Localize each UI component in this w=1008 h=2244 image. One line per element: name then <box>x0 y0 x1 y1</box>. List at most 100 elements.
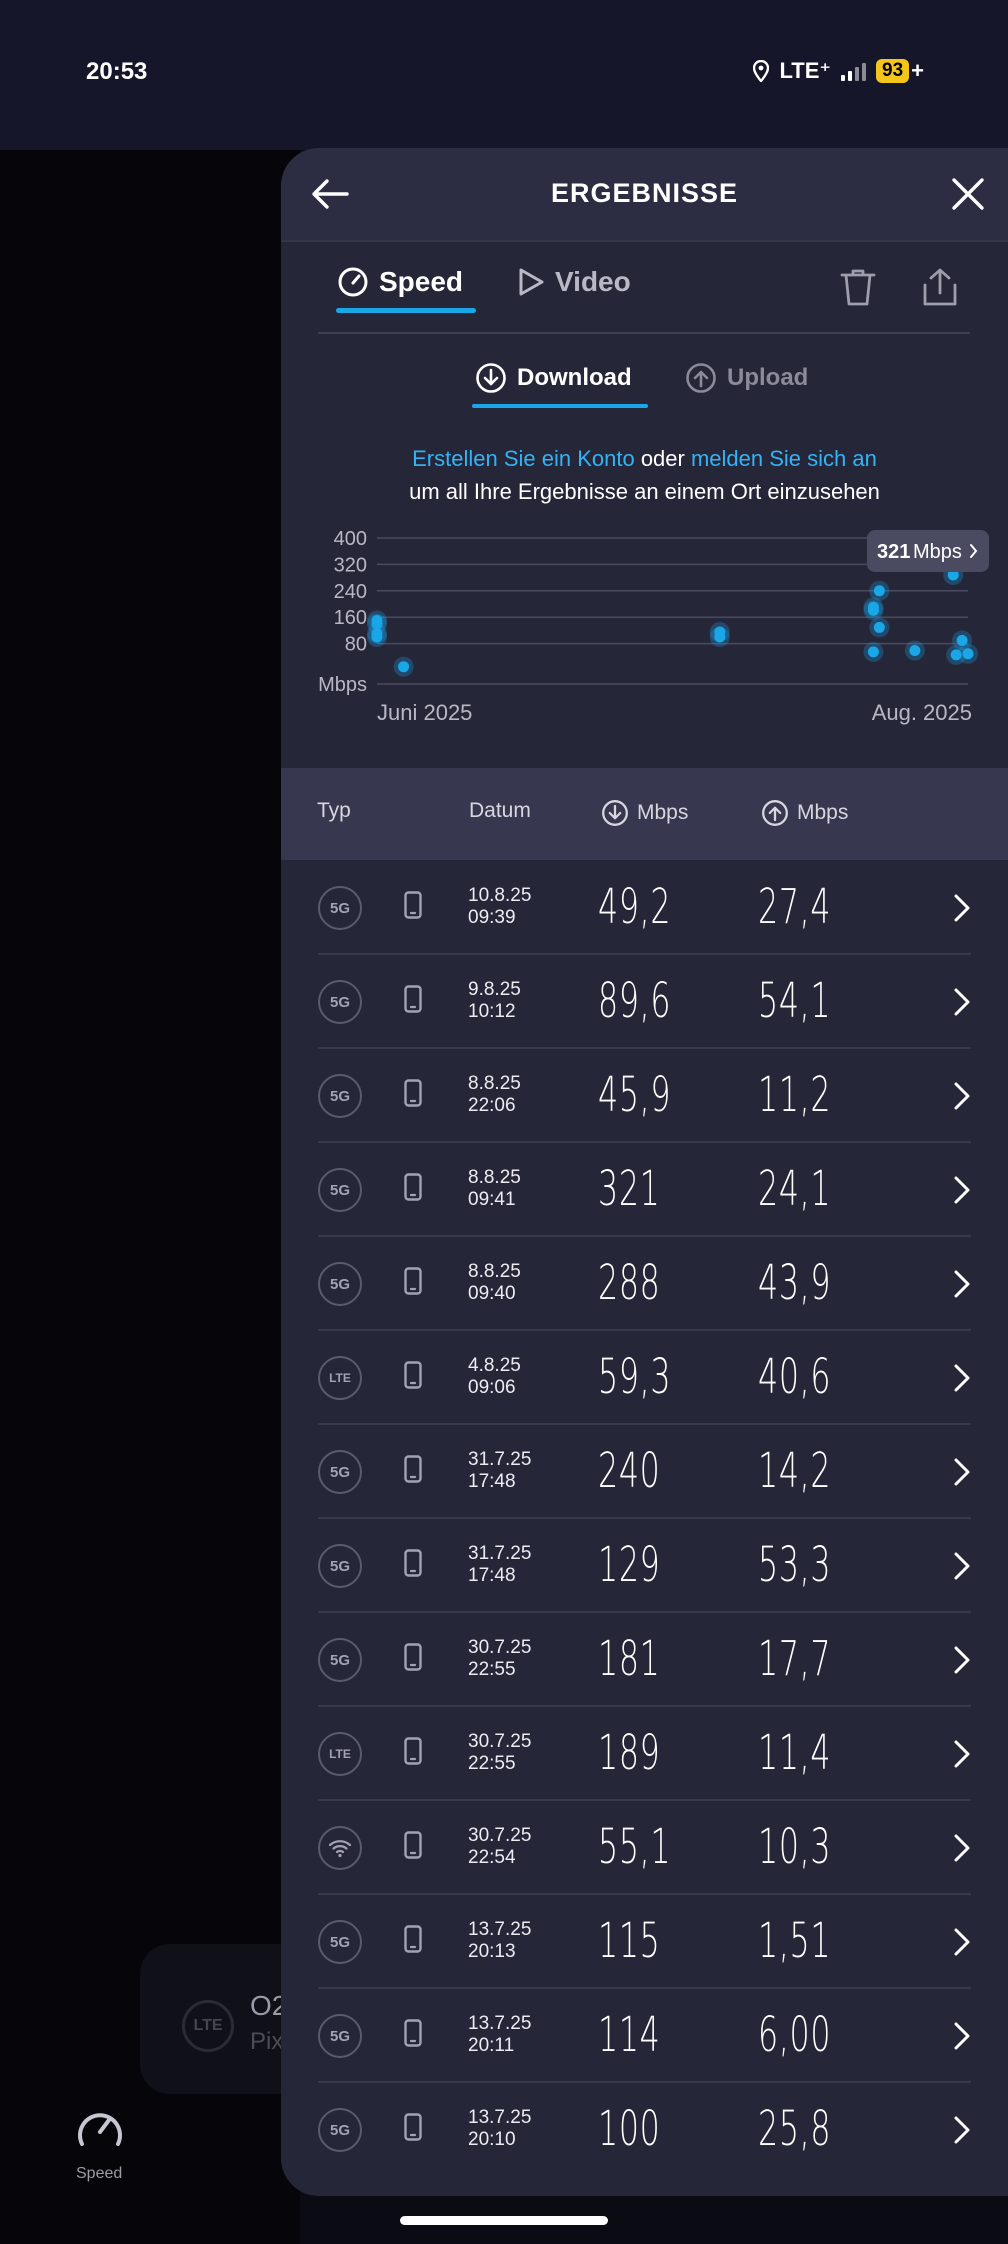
table-row[interactable]: 5G 8.8.25 09:40 288 43,9 <box>318 1237 971 1331</box>
promo-or: oder <box>634 446 691 471</box>
subtab-active-indicator <box>472 404 648 408</box>
tab-divider <box>318 332 970 334</box>
row-download-value: 115 <box>598 1913 661 1969</box>
tooltip-value: 321 <box>877 541 910 563</box>
row-time: 17:48 <box>468 1471 516 1492</box>
location-icon <box>753 60 770 82</box>
close-button[interactable] <box>942 168 994 220</box>
table-row[interactable]: 5G 13.7.25 20:11 114 6,00 <box>318 1989 971 2083</box>
data-point <box>371 631 383 643</box>
charging-icon: + <box>911 58 924 83</box>
header-upload: Mbps <box>761 799 848 827</box>
row-upload-value: 40,6 <box>758 1349 832 1405</box>
row-datetime: 30.7.25 22:55 <box>468 1637 531 1681</box>
tab-video[interactable]: Video <box>517 266 631 298</box>
chevron-right-icon[interactable] <box>953 2115 971 2150</box>
delete-button[interactable] <box>835 264 881 310</box>
y-tick-label: 400 <box>334 530 367 550</box>
table-row[interactable]: LTE 30.7.25 22:55 189 11,4 <box>318 1707 971 1801</box>
table-row[interactable]: 5G 13.7.25 20:10 100 25,8 <box>318 2083 971 2177</box>
row-upload-value: 14,2 <box>758 1443 832 1499</box>
share-button[interactable] <box>917 264 963 310</box>
table-row[interactable]: LTE 4.8.25 09:06 59,3 40,6 <box>318 1331 971 1425</box>
create-account-link[interactable]: Erstellen Sie ein Konto <box>412 446 635 471</box>
chevron-right-icon[interactable] <box>953 1175 971 1210</box>
chevron-right-icon[interactable] <box>953 2021 971 2056</box>
share-icon <box>923 268 957 306</box>
header-upload-label: Mbps <box>797 801 849 824</box>
chevron-right-icon[interactable] <box>953 1739 971 1774</box>
phone-icon <box>404 1643 422 1676</box>
sign-in-link[interactable]: melden Sie sich an <box>691 446 877 471</box>
tab-speed-label: Speed <box>379 266 464 297</box>
table-row[interactable]: 5G 8.8.25 09:41 321 24,1 <box>318 1143 971 1237</box>
table-row[interactable]: 5G 31.7.25 17:48 129 53,3 <box>318 1519 971 1613</box>
header-download-label: Mbps <box>637 801 689 824</box>
row-upload-value: 53,3 <box>758 1537 832 1593</box>
chevron-right-icon[interactable] <box>953 1269 971 1304</box>
chevron-right-icon[interactable] <box>953 1551 971 1586</box>
row-time: 22:54 <box>468 1847 516 1868</box>
data-point <box>873 621 885 633</box>
row-upload-value: 43,9 <box>758 1255 832 1311</box>
row-download-value: 129 <box>598 1537 661 1593</box>
results-panel: ERGEBNISSE Speed Video Download Upload E… <box>281 148 1008 2196</box>
network-type-badge: 5G <box>318 1544 362 1588</box>
row-time: 22:06 <box>468 1095 516 1116</box>
x-tick-label: Aug. 2025 <box>872 700 972 725</box>
status-icons: LTE⁺ 93 + <box>753 58 924 84</box>
subtab-download-label: Download <box>517 364 632 391</box>
table-row[interactable]: 30.7.25 22:54 55,1 10,3 <box>318 1801 971 1895</box>
tab-speed[interactable]: Speed <box>337 266 463 298</box>
nav-speed-label[interactable]: Speed <box>76 2165 122 2183</box>
phone-icon <box>404 1455 422 1488</box>
chevron-right-icon[interactable] <box>953 987 971 1022</box>
chevron-right-icon[interactable] <box>953 1927 971 1962</box>
y-tick-label: 80 <box>345 634 367 656</box>
table-row[interactable]: 5G 10.8.25 09:39 49,2 27,4 <box>318 861 971 955</box>
table-row[interactable]: 5G 30.7.25 22:55 181 17,7 <box>318 1613 971 1707</box>
data-point <box>873 585 885 597</box>
phone-icon <box>404 1173 422 1206</box>
table-row[interactable]: 5G 13.7.25 20:13 115 1,51 <box>318 1895 971 1989</box>
subtab-upload[interactable]: Upload <box>685 362 808 394</box>
background-card-subtitle: Pix <box>250 2028 284 2055</box>
chevron-right-icon[interactable] <box>953 1833 971 1868</box>
row-download-value: 321 <box>598 1161 661 1217</box>
row-time: 20:11 <box>468 2035 515 2056</box>
row-datetime: 8.8.25 09:41 <box>468 1167 521 1211</box>
row-date: 4.8.25 <box>468 1355 521 1376</box>
row-time: 09:06 <box>468 1377 516 1398</box>
table-row[interactable]: 5G 31.7.25 17:48 240 14,2 <box>318 1425 971 1519</box>
row-download-value: 240 <box>598 1443 661 1499</box>
network-type-badge: LTE <box>318 1356 362 1400</box>
row-datetime: 31.7.25 17:48 <box>468 1449 531 1493</box>
network-type-badge: 5G <box>318 980 362 1024</box>
phone-icon <box>404 2113 422 2146</box>
download-circle-icon <box>476 363 506 393</box>
gauge-icon <box>338 267 368 297</box>
chevron-right-icon[interactable] <box>953 1645 971 1680</box>
row-datetime: 31.7.25 17:48 <box>468 1543 531 1587</box>
bottom-nav <box>0 2094 300 2244</box>
row-download-value: 100 <box>598 2101 661 2157</box>
download-circle-icon <box>602 800 628 826</box>
results-chart[interactable]: 40032024016080MbpsJuni 2025 Aug. 2025321 M… <box>281 530 1008 750</box>
row-date: 10.8.25 <box>468 885 532 906</box>
speed-gauge-icon[interactable] <box>76 2106 124 2150</box>
home-indicator[interactable] <box>400 2216 608 2225</box>
subtab-download[interactable]: Download <box>475 362 632 394</box>
row-date: 9.8.25 <box>468 979 521 1000</box>
data-point <box>962 648 974 660</box>
chevron-right-icon[interactable] <box>953 1081 971 1116</box>
table-row[interactable]: 5G 9.8.25 10:12 89,6 54,1 <box>318 955 971 1049</box>
row-datetime: 8.8.25 09:40 <box>468 1261 521 1305</box>
background-lte-badge: LTE <box>182 2000 234 2052</box>
y-tick-label: 320 <box>334 554 367 576</box>
panel-header: ERGEBNISSE <box>281 148 1008 242</box>
row-download-value: 59,3 <box>598 1349 672 1405</box>
table-row[interactable]: 5G 8.8.25 22:06 45,9 11,2 <box>318 1049 971 1143</box>
chevron-right-icon[interactable] <box>953 1363 971 1398</box>
chevron-right-icon[interactable] <box>953 893 971 928</box>
chevron-right-icon[interactable] <box>953 1457 971 1492</box>
